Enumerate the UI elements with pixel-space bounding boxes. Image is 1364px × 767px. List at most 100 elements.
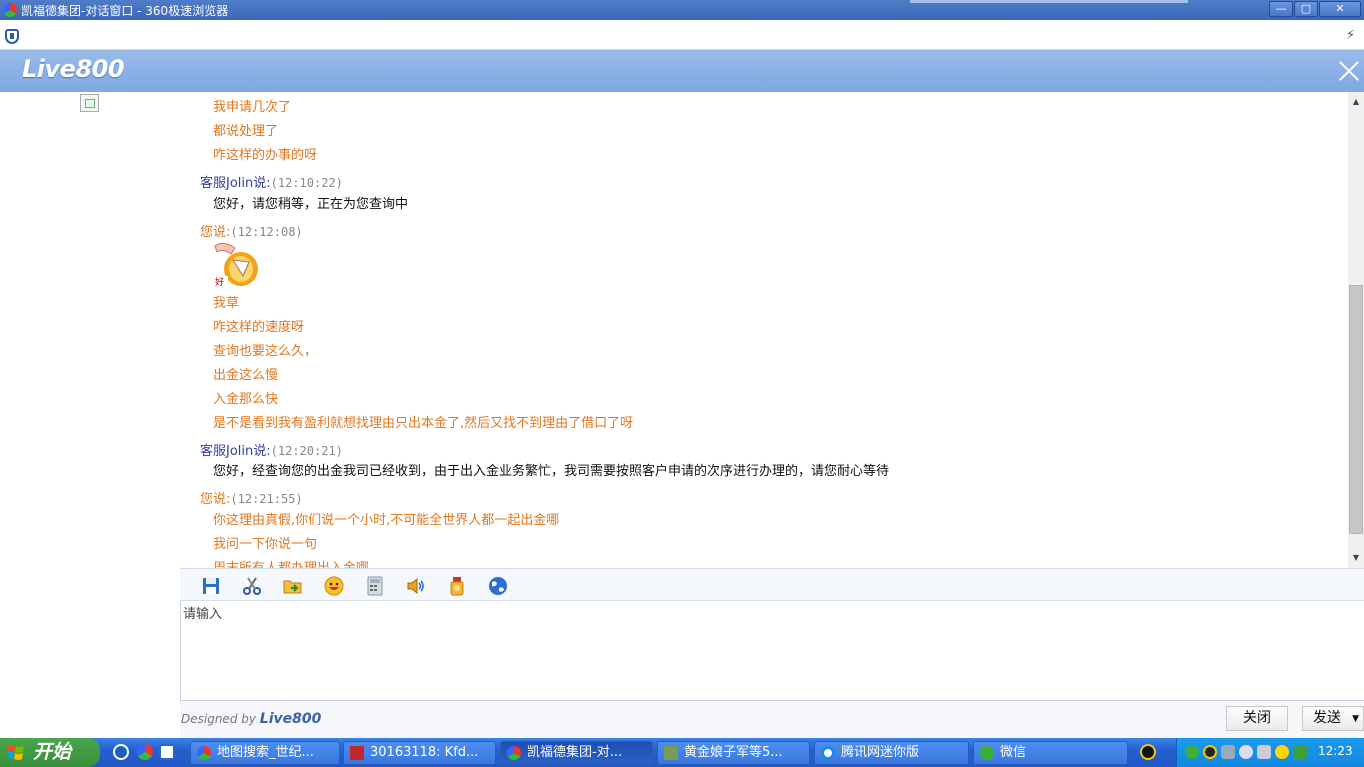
chat-transcript: 我申请几次了 都说处理了 咋这样的办事的呀 客服Jolin说:(12:10:22… <box>180 92 1348 568</box>
user-message-header: 您说:(12:12:08) <box>200 221 303 240</box>
browser-title-bar: 凯福德集团-对话窗口 - 360极速浏览器 — ▢ ✕ <box>0 0 1364 20</box>
chat-line: 查询也要这么久， <box>213 344 318 359</box>
task-label: 30163118: Kfd... <box>370 745 479 760</box>
task-gold-group[interactable]: 黄金娘子军等5... <box>657 741 810 765</box>
timestamp: (12:21:55) <box>230 492 303 506</box>
chat-line: 我草 <box>213 296 240 311</box>
task-label: 微信 <box>1000 745 1027 760</box>
message-input-area <box>180 601 1364 701</box>
message-input[interactable] <box>183 603 1362 698</box>
quicklaunch-ie-icon[interactable] <box>159 744 175 760</box>
designed-by-label: Designed by Live800 <box>181 711 322 727</box>
browser-logo-icon <box>3 3 17 17</box>
security-plus-icon[interactable] <box>1275 745 1289 759</box>
close-chat-icon[interactable] <box>1336 58 1362 84</box>
close-button[interactable]: 关闭 <box>1226 706 1288 731</box>
wechat-tray-icon[interactable] <box>1185 745 1199 759</box>
sender-name: 您说: <box>200 492 231 507</box>
chat-line: 入金那么快 <box>213 392 279 407</box>
chat-line: 您好，经查询您的出金我司已经收到，由于出入金业务繁忙，我司需要按照客户申请的次序… <box>213 464 890 479</box>
chat-scrollbar[interactable]: ▲ ▼ <box>1348 92 1364 568</box>
minimize-button[interactable]: — <box>1269 1 1293 17</box>
speed-mode-icon[interactable]: ⚡ <box>1346 28 1355 43</box>
chat-line: 是不是看到我有盈利就想找理由只出本金了,然后又找不到理由了借口了呀 <box>213 416 634 431</box>
quicklaunch-browser-icon[interactable] <box>137 744 153 760</box>
shield-tray-icon[interactable] <box>1293 745 1307 759</box>
chat-line: 你这理由真假,你们说一个小时,不可能全世界人都一起出金哪 <box>213 513 560 528</box>
agent-message-header: 客服Jolin说:(12:10:22) <box>200 172 343 191</box>
qq-tray-icon[interactable] <box>1203 745 1217 759</box>
scrollbar-thumb[interactable] <box>1349 285 1363 534</box>
scroll-down-arrow-icon[interactable]: ▼ <box>1348 550 1364 566</box>
start-button[interactable]: 开始 <box>0 738 100 767</box>
agent-message-header: 客服Jolin说:(12:20:21) <box>200 440 343 459</box>
windows-flag-icon <box>7 745 24 760</box>
sender-name: 客服Jolin说: <box>200 176 271 191</box>
chat-toolbar <box>180 568 1364 601</box>
task-label: 地图搜索_世纪... <box>217 745 314 760</box>
task-kfd[interactable]: 30163118: Kfd... <box>343 741 496 765</box>
task-label: 腾讯网迷你版 <box>841 745 920 760</box>
send-label: 发送 <box>1313 710 1341 726</box>
qq-penguin-icon[interactable] <box>1140 744 1156 760</box>
start-label: 开始 <box>33 741 72 763</box>
system-tray: 12:23 <box>1176 738 1364 767</box>
task-label: 黄金娘子军等5... <box>684 745 783 760</box>
sender-name: 客服Jolin说: <box>200 444 271 459</box>
chat-line: 出金这么慢 <box>213 368 279 383</box>
windows-taskbar: 开始 地图搜索_世纪... 30163118: Kfd... 凯福德集团-对..… <box>0 738 1364 767</box>
chat-line: 咋这样的速度呀 <box>213 320 305 335</box>
scissors-icon[interactable] <box>242 576 262 596</box>
k-app-icon <box>350 746 364 760</box>
chat-line: 我申请几次了 <box>213 100 292 115</box>
sender-name: 您说: <box>200 225 231 240</box>
chat-header: Live800 <box>0 50 1364 92</box>
send-button[interactable]: 发送 ▼ <box>1302 706 1364 731</box>
task-map-search[interactable]: 地图搜索_世纪... <box>190 741 340 765</box>
broken-image-icon <box>80 94 99 112</box>
angry-emoticon-icon: 好 <box>214 242 258 288</box>
security-shield-icon[interactable] <box>5 29 19 44</box>
task-label: 凯福德集团-对... <box>527 745 623 760</box>
chat-line: 我问一下你说一句 <box>213 537 318 552</box>
left-panel <box>0 92 180 738</box>
task-wechat[interactable]: 微信 <box>973 741 1128 765</box>
window-title: 凯福德集团-对话窗口 - 360极速浏览器 <box>21 4 229 18</box>
timestamp: (12:12:08) <box>230 225 303 239</box>
live800-logo: Live800 <box>22 55 125 83</box>
speaker-tray-icon[interactable] <box>1239 745 1253 759</box>
task-tencent-mini[interactable]: 腾讯网迷你版 <box>814 741 969 765</box>
emoticon-icon[interactable] <box>324 576 344 596</box>
browser-icon <box>197 746 211 760</box>
chat-line: 周末所有人都办理出入金哪 <box>213 557 369 568</box>
save-icon[interactable] <box>201 576 221 596</box>
quicklaunch-k-icon[interactable] <box>113 744 129 760</box>
phone-icon[interactable] <box>1257 745 1271 759</box>
calculator-icon[interactable] <box>365 576 385 596</box>
timestamp: (12:10:22) <box>270 176 343 190</box>
chat-line: 您好，请您稍等，正在为您查询中 <box>213 197 409 212</box>
window-close-button[interactable]: ✕ <box>1319 1 1361 17</box>
network-icon[interactable] <box>1221 745 1235 759</box>
chat-line: 都说处理了 <box>213 124 279 139</box>
svg-text:好: 好 <box>215 276 224 288</box>
chat-line: 咋这样的办事的呀 <box>213 148 318 163</box>
wechat-icon <box>980 746 994 760</box>
timestamp: (12:20:21) <box>270 444 343 458</box>
clock: 12:23 <box>1318 744 1353 758</box>
browser-icon <box>507 746 521 760</box>
medal-icon[interactable] <box>447 576 467 596</box>
restore-button[interactable]: ▢ <box>1294 1 1318 17</box>
chat-footer: Designed by Live800 关闭 发送 ▼ <box>180 702 1364 738</box>
user-message-header: 您说:(12:21:55) <box>200 488 303 507</box>
sound-icon[interactable] <box>406 576 426 596</box>
task-chat-window[interactable]: 凯福德集团-对... <box>500 741 653 765</box>
send-options-chevron-icon[interactable]: ▼ <box>1352 708 1359 731</box>
scroll-up-arrow-icon[interactable]: ▲ <box>1348 94 1364 110</box>
title-bar-slot <box>910 0 1188 3</box>
group-chat-icon <box>664 746 678 760</box>
globe-icon[interactable] <box>488 576 508 596</box>
tencent-news-icon <box>821 746 835 760</box>
open-folder-icon[interactable] <box>283 576 303 596</box>
address-bar[interactable]: ⚡ <box>0 20 1364 50</box>
